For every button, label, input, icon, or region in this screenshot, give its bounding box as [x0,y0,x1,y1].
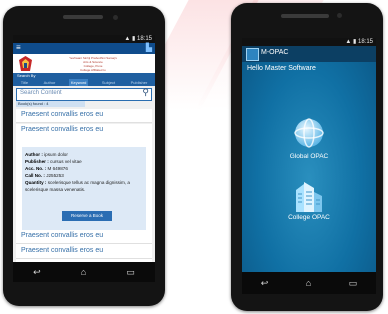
status-time: 18:15 [357,39,373,45]
detail-title-bar: Praesent convallis eros eu [16,124,152,137]
library-icon[interactable]: ▙ [146,43,152,52]
tab-publisher[interactable]: Publisher [129,79,150,86]
globe-icon[interactable] [294,118,324,148]
result-item[interactable]: Praesent convallis eros eu [16,109,152,123]
back-arrow-icon[interactable]: ↩ [33,267,41,277]
institution-name: Yeshwant Sinhji Prabodhini Samaj's Arts … [69,56,117,72]
tab-author[interactable]: Author [42,79,58,86]
tab-subject[interactable]: Subject [100,79,117,86]
tab-keyword[interactable]: Keyword [68,79,89,86]
back-arrow-icon[interactable]: ↩ [261,278,269,288]
recent-apps-icon[interactable]: ▭ [126,267,135,277]
quantity-row-cont: scelerisque massa venenatis. [25,187,86,192]
left-phone: ▲ ▮ 18:15 ≡ ▙ Yeshwant Sinhji Prabodhini… [3,6,165,306]
call-no-row: Call No. : J255253 [25,173,64,178]
search-placeholder: Search Content [20,90,62,96]
book-detail-panel: Author : ipsum dolor Publisher : cursus … [22,147,146,232]
phone-speaker [63,15,103,19]
global-opac-label[interactable]: Global OPAC [242,153,376,160]
publisher-row: Publisher : cursus vel vitae [25,159,82,164]
app-name: M-OPAC [261,49,289,56]
quantity-row: Quantity : scelerisque tellus ac magna d… [25,180,130,185]
detail-title: Praesent convallis eros eu [21,126,104,133]
acc-no-row: Acc. No. : M 649876 [25,166,68,171]
signal-icon: ▲ ▮ [124,36,137,42]
college-building-icon[interactable] [294,180,324,212]
android-nav-bar: ↩ ⌂ ▭ [13,262,155,282]
tab-title[interactable]: Title [19,79,30,86]
result-title: Praesent convallis eros eu [21,111,104,118]
result-title: Praesent convallis eros eu [21,232,104,239]
result-item[interactable]: Praesent convallis eros eu [16,230,152,244]
android-nav-bar: ↩ ⌂ ▭ [242,272,376,294]
status-bar: ▲ ▮ 18:15 [13,35,155,43]
signal-icon: ▲ ▮ [345,39,358,45]
app-icon [246,48,259,61]
recent-apps-icon[interactable]: ▭ [349,278,358,288]
college-logo-icon [19,56,32,71]
search-tabs: Title Author Keyword Subject Publisher [13,79,155,86]
result-title: Praesent convallis eros eu [21,247,104,254]
reserve-book-button[interactable]: Reserve a Book [62,211,112,221]
home-icon[interactable]: ⌂ [306,278,311,288]
author-row: Author : ipsum dolor [25,152,68,157]
app-bar: M-OPAC [242,46,376,62]
phone-camera [113,15,118,20]
search-input[interactable]: Search Content ⚲ [16,87,152,101]
result-item[interactable]: Praesent convallis eros eu [16,245,152,259]
left-screen: ▲ ▮ 18:15 ≡ ▙ Yeshwant Sinhji Prabodhini… [13,35,155,282]
app-header: ≡ ▙ [13,43,155,54]
right-phone: ▲ ▮ 18:15 M-OPAC Hello Master Software G… [231,3,383,311]
phone-speaker [281,14,329,18]
home-icon[interactable]: ⌂ [81,267,86,277]
status-time: 18:15 [136,36,152,42]
greeting-text: Hello Master Software [247,65,316,72]
search-icon[interactable]: ⚲ [142,87,149,98]
status-bar: ▲ ▮ 18:15 [242,38,376,46]
results-count: Book(s) found : 4 [16,101,85,107]
institution-banner: Yeshwant Sinhji Prabodhini Samaj's Arts … [13,54,155,73]
phone-camera [337,13,342,18]
college-opac-label[interactable]: College OPAC [242,214,376,221]
menu-icon[interactable]: ≡ [16,43,21,52]
right-screen: ▲ ▮ 18:15 M-OPAC Hello Master Software G… [242,38,376,294]
